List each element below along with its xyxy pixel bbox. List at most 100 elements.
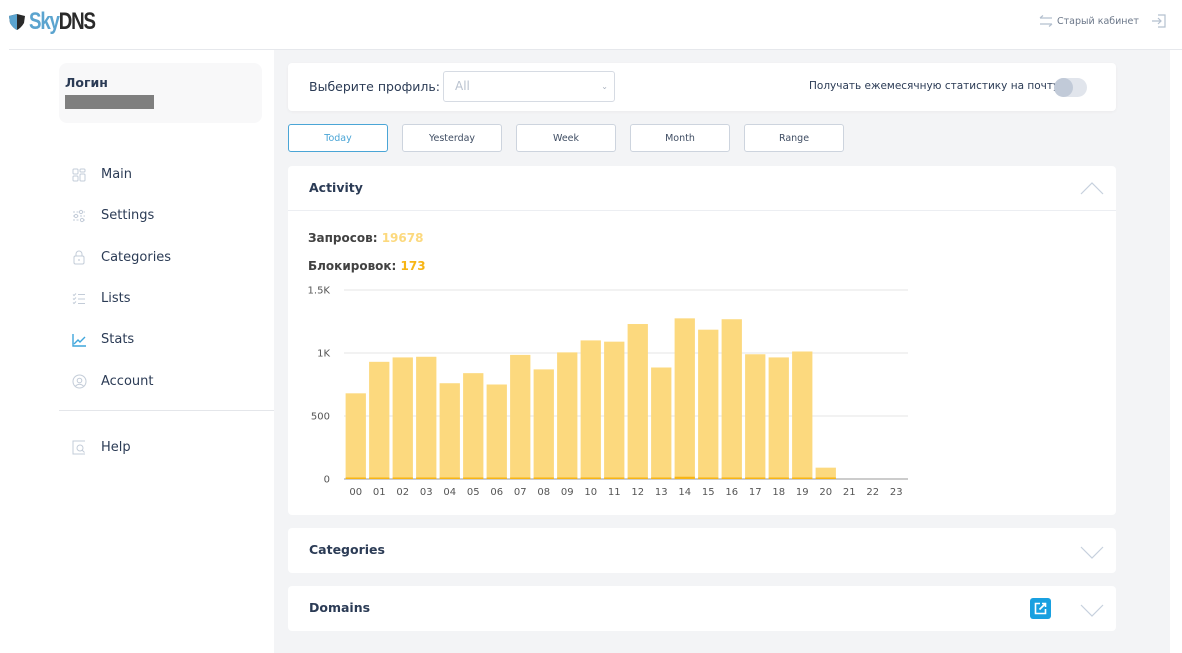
sidebar-item-label: Lists bbox=[101, 291, 131, 307]
bar-requests bbox=[627, 324, 648, 479]
sidebar-item-settings[interactable]: Settings bbox=[71, 195, 171, 236]
logout-button[interactable] bbox=[1151, 13, 1167, 33]
checklist-icon bbox=[71, 291, 87, 307]
sidebar-item-stats[interactable]: Stats bbox=[71, 319, 171, 360]
skydns-logo[interactable]: SkyDNS bbox=[8, 8, 113, 36]
x-tick-label: 10 bbox=[584, 487, 597, 498]
tab-week[interactable]: Week bbox=[516, 124, 616, 152]
activity-panel: Activity Запросов: 19678 Блокировок: 173… bbox=[288, 166, 1116, 515]
login-card: Логин bbox=[59, 63, 262, 123]
bar-requests bbox=[745, 354, 766, 479]
bar-requests bbox=[392, 357, 413, 479]
toggle-knob bbox=[1054, 78, 1073, 97]
x-tick-label: 13 bbox=[655, 487, 668, 498]
x-tick-label: 04 bbox=[443, 487, 456, 498]
profile-label: Выберите профиль: bbox=[309, 79, 440, 94]
sliders-icon bbox=[71, 208, 87, 224]
line-chart-icon bbox=[71, 332, 87, 348]
bar-blocks bbox=[533, 477, 554, 479]
bar-blocks bbox=[463, 477, 484, 479]
main-content: Выберите профиль: All ⌄ Получать ежемеся… bbox=[274, 50, 1170, 653]
bar-requests bbox=[768, 357, 789, 479]
chevron-down-icon: ⌄ bbox=[601, 82, 608, 91]
bar-blocks bbox=[815, 477, 836, 479]
x-tick-label: 20 bbox=[819, 487, 832, 498]
bar-blocks bbox=[768, 477, 789, 479]
bar-blocks bbox=[627, 477, 648, 479]
categories-panel[interactable]: Categories bbox=[288, 528, 1116, 573]
x-tick-label: 11 bbox=[608, 487, 621, 498]
y-tick-label: 0 bbox=[324, 475, 330, 486]
sidebar-item-categories[interactable]: Categories bbox=[71, 237, 171, 278]
x-tick-label: 14 bbox=[678, 487, 691, 498]
bar-requests bbox=[651, 367, 672, 479]
bar-requests bbox=[674, 318, 695, 479]
sidebar-item-label: Account bbox=[101, 373, 154, 389]
collapse-button[interactable] bbox=[1080, 180, 1104, 199]
sidebar-item-main[interactable]: Main bbox=[71, 154, 171, 195]
profile-select-value: All bbox=[455, 79, 470, 93]
x-tick-label: 01 bbox=[373, 487, 386, 498]
sidebar-item-help[interactable]: Help bbox=[71, 427, 131, 468]
sidebar-item-label: Main bbox=[101, 167, 133, 183]
bar-requests bbox=[533, 369, 554, 479]
bar-blocks bbox=[674, 476, 695, 479]
shield-icon bbox=[9, 14, 25, 30]
period-tabs: Today Yesterday Week Month Range bbox=[288, 124, 844, 152]
tab-today[interactable]: Today bbox=[288, 124, 388, 152]
help-search-icon bbox=[71, 440, 87, 456]
monthly-stats-label: Получать ежемесячную статистику на почту bbox=[809, 80, 1060, 92]
activity-header[interactable]: Activity bbox=[288, 166, 1116, 211]
bar-blocks bbox=[392, 477, 413, 479]
user-circle-icon bbox=[71, 373, 87, 389]
y-tick-label: 500 bbox=[311, 412, 330, 423]
bar-requests bbox=[580, 340, 601, 479]
bar-blocks bbox=[557, 477, 578, 479]
x-tick-label: 16 bbox=[725, 487, 738, 498]
requests-stat: Запросов: 19678 bbox=[308, 231, 423, 245]
categories-title: Categories bbox=[309, 542, 385, 557]
activity-title: Activity bbox=[309, 180, 363, 195]
export-button[interactable] bbox=[1030, 598, 1051, 619]
bar-blocks bbox=[698, 477, 719, 479]
bar-blocks bbox=[745, 477, 766, 479]
tab-month[interactable]: Month bbox=[630, 124, 730, 152]
x-tick-label: 06 bbox=[490, 487, 503, 498]
tab-range[interactable]: Range bbox=[744, 124, 844, 152]
domains-panel[interactable]: Domains bbox=[288, 586, 1116, 631]
bar-requests bbox=[698, 329, 719, 479]
swap-arrows-icon bbox=[1039, 15, 1053, 27]
x-tick-label: 05 bbox=[467, 487, 480, 498]
x-tick-label: 00 bbox=[349, 487, 362, 498]
old-cabinet-link[interactable]: Старый кабинет bbox=[1039, 15, 1139, 27]
sidebar-item-label: Categories bbox=[101, 249, 172, 265]
logo-sky: Sky bbox=[29, 8, 60, 35]
expand-button[interactable] bbox=[1080, 603, 1104, 622]
bar-blocks bbox=[792, 477, 813, 479]
x-tick-label: 19 bbox=[796, 487, 809, 498]
bar-requests bbox=[416, 356, 437, 479]
monthly-stats-toggle[interactable] bbox=[1054, 78, 1087, 97]
y-tick-label: 1K bbox=[317, 349, 330, 360]
x-tick-label: 17 bbox=[749, 487, 762, 498]
tab-yesterday[interactable]: Yesterday bbox=[402, 124, 502, 152]
bar-blocks bbox=[580, 477, 601, 479]
sidebar-item-account[interactable]: Account bbox=[71, 360, 171, 401]
logo-text: SkyDNS bbox=[29, 8, 96, 36]
requests-label: Запросов: bbox=[308, 231, 378, 245]
bar-requests bbox=[792, 351, 813, 479]
x-tick-label: 18 bbox=[772, 487, 785, 498]
profile-select[interactable]: All ⌄ bbox=[443, 71, 615, 102]
bar-requests bbox=[345, 393, 366, 479]
sidebar-item-lists[interactable]: Lists bbox=[71, 278, 171, 319]
x-tick-label: 03 bbox=[420, 487, 433, 498]
x-tick-label: 22 bbox=[866, 487, 879, 498]
sidebar-item-label: Stats bbox=[101, 332, 135, 348]
x-tick-label: 09 bbox=[561, 487, 574, 498]
x-tick-label: 21 bbox=[843, 487, 856, 498]
bar-blocks bbox=[651, 477, 672, 479]
x-tick-label: 07 bbox=[514, 487, 527, 498]
bar-requests bbox=[510, 354, 531, 479]
external-link-icon bbox=[1034, 602, 1047, 615]
expand-button[interactable] bbox=[1080, 545, 1104, 564]
